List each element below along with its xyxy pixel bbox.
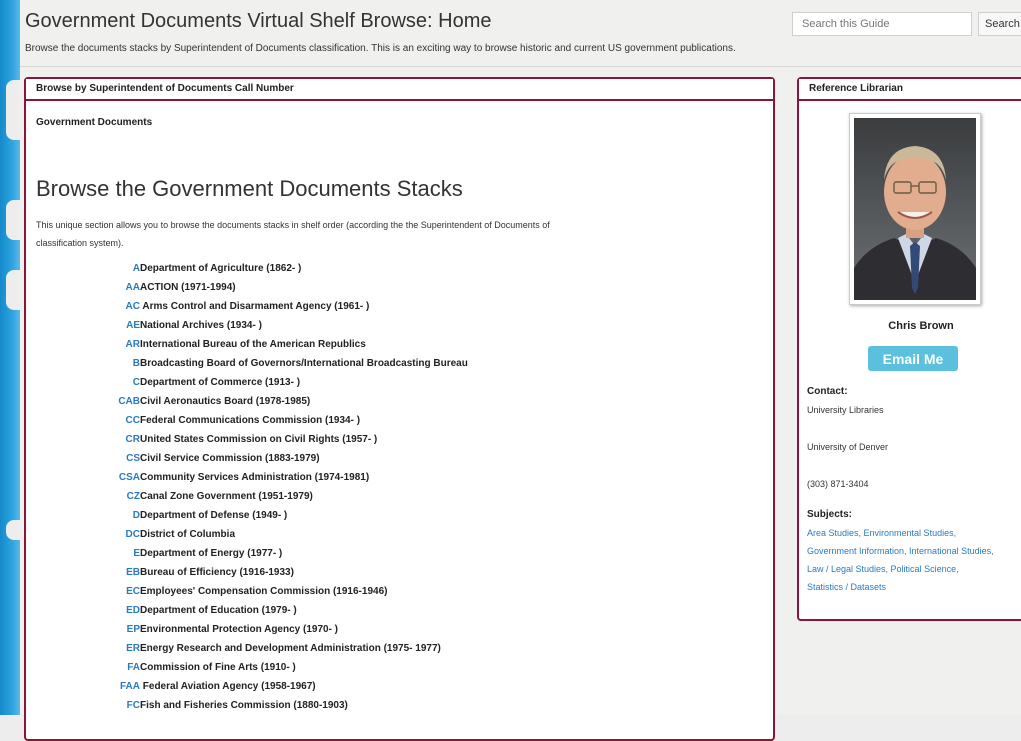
agency-code-link[interactable]: FC: [26, 696, 140, 715]
agency-item: ARInternational Bureau of the American R…: [26, 335, 766, 354]
agency-name: Fish and Fisheries Commission (1880-1903…: [140, 700, 348, 711]
agency-name: United States Commission on Civil Rights…: [140, 434, 378, 445]
browse-box-heading: Browse by Superintendent of Documents Ca…: [26, 79, 773, 101]
agency-name: Bureau of Efficiency (1916-1933): [140, 567, 294, 578]
section-title: Browse the Government Documents Stacks: [36, 176, 463, 201]
agency-item: CCFederal Communications Commission (193…: [26, 411, 766, 430]
agency-item: EBBureau of Efficiency (1916-1933): [26, 563, 766, 582]
intro-text: This unique section allows you to browse…: [36, 220, 550, 248]
agency-item: AAACTION (1971-1994): [26, 278, 766, 297]
agency-name: Employees' Compensation Commission (1916…: [140, 586, 388, 597]
agency-item: AC Arms Control and Disarmament Agency (…: [26, 297, 766, 316]
agency-code-link[interactable]: CS: [26, 449, 140, 468]
agency-name: Commission of Fine Arts (1910- ): [140, 662, 296, 673]
agency-item: CSCivil Service Commission (1883-1979): [26, 449, 766, 468]
agency-code-link[interactable]: B: [26, 354, 140, 373]
email-me-button[interactable]: Email Me: [868, 346, 958, 371]
search-button[interactable]: Search: [978, 12, 1021, 36]
agency-code-link[interactable]: ED: [26, 601, 140, 620]
agency-item: CZCanal Zone Government (1951-1979): [26, 487, 766, 506]
box-sublabel: Government Documents: [36, 117, 153, 128]
librarian-box-heading: Reference Librarian: [799, 79, 1021, 101]
page-title: Government Documents Virtual Shelf Brows…: [25, 10, 492, 32]
agency-name: Federal Communications Commission (1934-…: [140, 415, 361, 426]
agency-item: EDepartment of Energy (1977- ): [26, 544, 766, 563]
agency-name: Civil Aeronautics Board (1978-1985): [140, 396, 311, 407]
page-description: Browse the documents stacks by Superinte…: [25, 43, 736, 54]
agency-item: EPEnvironmental Protection Agency (1970-…: [26, 620, 766, 639]
guide-header: Government Documents Virtual Shelf Brows…: [20, 0, 1021, 67]
agency-name: Environmental Protection Agency (1970- ): [140, 624, 339, 635]
agency-item: FACommission of Fine Arts (1910- ): [26, 658, 766, 677]
agency-item: ADepartment of Agriculture (1862- ): [26, 259, 766, 278]
agency-name: Broadcasting Board of Governors/Internat…: [140, 358, 468, 369]
agency-name: International Bureau of the American Rep…: [140, 339, 366, 350]
contact-label: Contact:: [807, 386, 848, 397]
agency-code-link[interactable]: C: [26, 373, 140, 392]
agency-code-link[interactable]: EB: [26, 563, 140, 582]
agency-item: DDepartment of Defense (1949- ): [26, 506, 766, 525]
agency-item: AENational Archives (1934- ): [26, 316, 766, 335]
subjects-label: Subjects:: [807, 509, 853, 520]
librarian-box: Reference Librarian Chris Brown Email Me…: [797, 77, 1021, 621]
agency-list: ADepartment of Agriculture (1862- ) AAACT…: [26, 259, 766, 715]
agency-name: Arms Control and Disarmament Agency (196…: [140, 301, 370, 312]
contact-phone: (303) 871-3404: [807, 479, 869, 489]
librarian-photo-icon: [854, 118, 976, 300]
librarian-photo: [849, 113, 981, 305]
agency-name: Community Services Administration (1974-…: [140, 472, 370, 483]
agency-code-link[interactable]: DC: [26, 525, 140, 544]
agency-name: Department of Education (1979- ): [140, 605, 297, 616]
agency-code-link[interactable]: AA: [26, 278, 140, 297]
agency-code-link[interactable]: CR: [26, 430, 140, 449]
agency-code-link[interactable]: EP: [26, 620, 140, 639]
agency-code-link[interactable]: AE: [26, 316, 140, 335]
browse-box: Browse by Superintendent of Documents Ca…: [24, 77, 775, 741]
agency-name: Department of Defense (1949- ): [140, 510, 288, 521]
agency-code-link[interactable]: FAA: [26, 677, 140, 696]
agency-item: CABCivil Aeronautics Board (1978-1985): [26, 392, 766, 411]
agency-name: ACTION (1971-1994): [140, 282, 236, 293]
agency-code-link[interactable]: ER: [26, 639, 140, 658]
agency-name: Canal Zone Government (1951-1979): [140, 491, 313, 502]
agency-item: DCDistrict of Columbia: [26, 525, 766, 544]
librarian-name: Chris Brown: [888, 320, 954, 332]
agency-item: CDepartment of Commerce (1913- ): [26, 373, 766, 392]
agency-code-link[interactable]: CZ: [26, 487, 140, 506]
agency-code-link[interactable]: E: [26, 544, 140, 563]
libguide-page: Government Documents Virtual Shelf Brows…: [20, 0, 1021, 741]
agency-code-link[interactable]: CSA: [26, 468, 140, 487]
agency-item: EREnergy Research and Development Admini…: [26, 639, 766, 658]
search-input[interactable]: [792, 12, 972, 36]
agency-code-link[interactable]: A: [26, 259, 140, 278]
agency-name: National Archives (1934- ): [140, 320, 262, 331]
subjects-links[interactable]: Area Studies, Environmental Studies, Gov…: [807, 524, 997, 596]
agency-item: BBroadcasting Board of Governors/Interna…: [26, 354, 766, 373]
agency-code-link[interactable]: EC: [26, 582, 140, 601]
agency-name: Federal Aviation Agency (1958-1967): [140, 681, 316, 692]
agency-item: CSACommunity Services Administration (19…: [26, 468, 766, 487]
agency-code-link[interactable]: CC: [26, 411, 140, 430]
agency-item: ECEmployees' Compensation Commission (19…: [26, 582, 766, 601]
contact-university: University of Denver: [807, 442, 889, 452]
agency-name: Department of Energy (1977- ): [140, 548, 283, 559]
agency-name: Department of Agriculture (1862- ): [140, 263, 302, 274]
agency-name: District of Columbia: [140, 529, 236, 540]
agency-name: Department of Commerce (1913- ): [140, 377, 301, 388]
agency-item: EDDepartment of Education (1979- ): [26, 601, 766, 620]
agency-item: FAA Federal Aviation Agency (1958-1967): [26, 677, 766, 696]
agency-name: Energy Research and Development Administ…: [140, 643, 441, 654]
contact-institution: University Libraries: [807, 405, 884, 415]
agency-name: Civil Service Commission (1883-1979): [140, 453, 320, 464]
agency-code-link[interactable]: CAB: [26, 392, 140, 411]
agency-code-link[interactable]: AC: [26, 297, 140, 316]
agency-code-link[interactable]: FA: [26, 658, 140, 677]
decorative-side-strip: [0, 0, 20, 715]
agency-code-link[interactable]: AR: [26, 335, 140, 354]
agency-code-link[interactable]: D: [26, 506, 140, 525]
agency-item: CRUnited States Commission on Civil Righ…: [26, 430, 766, 449]
agency-item: FCFish and Fisheries Commission (1880-19…: [26, 696, 766, 715]
